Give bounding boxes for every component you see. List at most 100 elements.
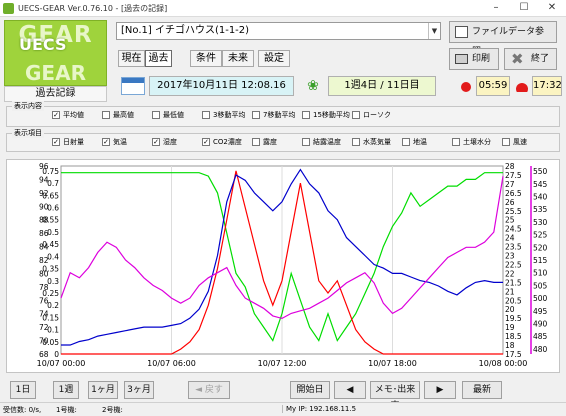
y-tick-label: 0.6 <box>47 204 59 213</box>
checkbox-box[interactable]: ✓ <box>152 138 160 146</box>
checkbox-box[interactable] <box>352 111 360 119</box>
next-button[interactable]: ▶ <box>424 381 456 399</box>
checkbox-di-row-1[interactable]: ✓ 気温 <box>102 137 127 147</box>
checkbox-di-row-5[interactable]: 結露温度 <box>302 137 341 147</box>
growth-period-display: 1週4日 / 11日目 <box>328 76 436 96</box>
y-tick-label: 0.05 <box>42 338 59 347</box>
y-tick-label: 25 <box>505 216 515 225</box>
checkbox-dc-row-2[interactable]: 最低値 <box>152 110 184 120</box>
exit-button[interactable]: ✖ 終了 <box>504 48 557 70</box>
print-button[interactable]: 印刷 <box>449 48 499 70</box>
y-tick-label: 21 <box>505 287 515 296</box>
y-tick-label: 495 <box>533 307 548 316</box>
file-data-button[interactable]: ファイルデータ参照... <box>449 21 557 57</box>
range-1week-button[interactable]: 1週 <box>53 381 79 399</box>
checkbox-box[interactable]: ✓ <box>202 138 210 146</box>
y-tick-label: 510 <box>533 269 548 278</box>
minimize-icon[interactable]: – <box>482 0 510 17</box>
checkbox-dc-row-3[interactable]: 3移動平均 <box>202 110 245 120</box>
checkbox-box[interactable] <box>202 111 210 119</box>
y-tick-label: 515 <box>533 256 548 265</box>
checkbox-box[interactable] <box>502 138 510 146</box>
checkbox-box[interactable] <box>452 138 460 146</box>
checkbox-box[interactable]: ✓ <box>102 138 110 146</box>
range-1month-button[interactable]: 1ヶ月 <box>88 381 118 399</box>
sunset-icon <box>514 80 530 92</box>
tab-past[interactable]: 過去 <box>145 50 172 67</box>
prev-button[interactable]: ◀ <box>334 381 366 399</box>
memo-event-button[interactable]: メモ･出来事 <box>370 381 420 411</box>
y-tick-label: 68 <box>39 350 49 359</box>
checkbox-box[interactable] <box>252 111 260 119</box>
checkbox-box[interactable] <box>352 138 360 146</box>
tab-future[interactable]: 未来 <box>222 50 254 67</box>
chevron-down-icon[interactable]: ▼ <box>428 23 440 39</box>
checkbox-box[interactable]: ✓ <box>52 138 60 146</box>
tab-condition[interactable]: 条件 <box>190 50 222 67</box>
checkbox-dc-row-0[interactable]: ✓ 平均値 <box>52 110 84 120</box>
tab-current[interactable]: 現在 <box>118 50 145 67</box>
checkbox-box[interactable]: ✓ <box>52 111 60 119</box>
y-tick-label: 0.35 <box>42 265 59 274</box>
y-tick-label: 0.5 <box>47 228 59 237</box>
checkbox-label: 地温 <box>413 138 427 146</box>
checkbox-dc-row-6[interactable]: ローソク <box>352 110 391 120</box>
checkbox-label: 日射量 <box>63 138 84 146</box>
y-tick-label: 0.25 <box>42 289 59 298</box>
back-button[interactable]: ◄ 戻す <box>188 381 230 399</box>
checkbox-di-row-6[interactable]: 水蒸気量 <box>352 137 391 147</box>
y-tick-label: 535 <box>533 205 548 214</box>
checkbox-di-row-8[interactable]: 土壌水分 <box>452 137 491 147</box>
app-icon <box>3 3 14 14</box>
greenhouse-select[interactable]: [No.1] イチゴハウス(1-1-2) ▼ <box>116 22 441 40</box>
logo-text-bottom: GEAR <box>25 61 86 85</box>
sprout-icon: ❀ <box>307 78 319 94</box>
sunset-time: 17:32 <box>532 76 562 96</box>
y-tick-label: 0 <box>54 350 59 359</box>
checkbox-label: 最低値 <box>163 111 184 119</box>
greenhouse-select-value: [No.1] イチゴハウス(1-1-2) <box>121 25 250 36</box>
y-tick-label: 540 <box>533 192 548 201</box>
checkbox-label: 最高値 <box>113 111 134 119</box>
calendar-icon[interactable] <box>121 77 145 95</box>
y-tick-label: 24.5 <box>505 225 522 234</box>
checkbox-di-row-3[interactable]: ✓ CO2濃度 <box>202 137 242 147</box>
title-bar: UECS-GEAR Ver.0.76.10 - [過去の記録] – ☐ ✕ <box>0 0 566 17</box>
status-machine1: 1号機: <box>56 406 77 414</box>
close-icon[interactable]: ✕ <box>538 0 566 17</box>
checkbox-di-row-9[interactable]: 風速 <box>502 137 527 147</box>
checkbox-dc-row-1[interactable]: 最高値 <box>102 110 134 120</box>
range-1day-button[interactable]: 1日 <box>10 381 36 399</box>
checkbox-label: 7移動平均 <box>263 111 296 119</box>
printer-icon <box>455 54 468 64</box>
y-tick-label: 0.65 <box>42 191 59 200</box>
checkbox-di-row-0[interactable]: ✓ 日射量 <box>52 137 84 147</box>
checkbox-dc-row-4[interactable]: 7移動平均 <box>252 110 295 120</box>
checkbox-box[interactable] <box>102 111 110 119</box>
checkbox-label: 湿度 <box>163 138 177 146</box>
display-content-row: ✓ 平均値 最高値 最低値 3移動平均 7移動平均 15移動平均 ローソク <box>0 110 566 122</box>
checkbox-box[interactable] <box>252 138 260 146</box>
checkbox-di-row-4[interactable]: 露度 <box>252 137 277 147</box>
tab-settings[interactable]: 設定 <box>258 50 290 67</box>
checkbox-di-row-7[interactable]: 地温 <box>402 137 427 147</box>
latest-button[interactable]: 最新 <box>462 381 502 399</box>
checkbox-box[interactable] <box>302 138 310 146</box>
range-3months-button[interactable]: 3ヶ月 <box>124 381 154 399</box>
y-tick-label: 22 <box>505 269 515 278</box>
checkbox-di-row-2[interactable]: ✓ 湿度 <box>152 137 177 147</box>
checkbox-label: 露度 <box>263 138 277 146</box>
checkbox-box[interactable] <box>402 138 410 146</box>
maximize-icon[interactable]: ☐ <box>510 0 538 17</box>
checkbox-box[interactable] <box>302 111 310 119</box>
checkbox-label: 平均値 <box>63 111 84 119</box>
sunrise-time: 05:59 <box>476 76 510 96</box>
checkbox-label: 15移動平均 <box>313 111 350 119</box>
checkbox-label: 気温 <box>113 138 127 146</box>
y-tick-label: 0.4 <box>47 252 59 261</box>
checkbox-box[interactable] <box>152 111 160 119</box>
start-day-button[interactable]: 開始日 <box>290 381 330 399</box>
y-tick-label: 520 <box>533 243 548 252</box>
back-arrow-icon: ◄ <box>195 385 203 395</box>
checkbox-dc-row-5[interactable]: 15移動平均 <box>302 110 350 120</box>
